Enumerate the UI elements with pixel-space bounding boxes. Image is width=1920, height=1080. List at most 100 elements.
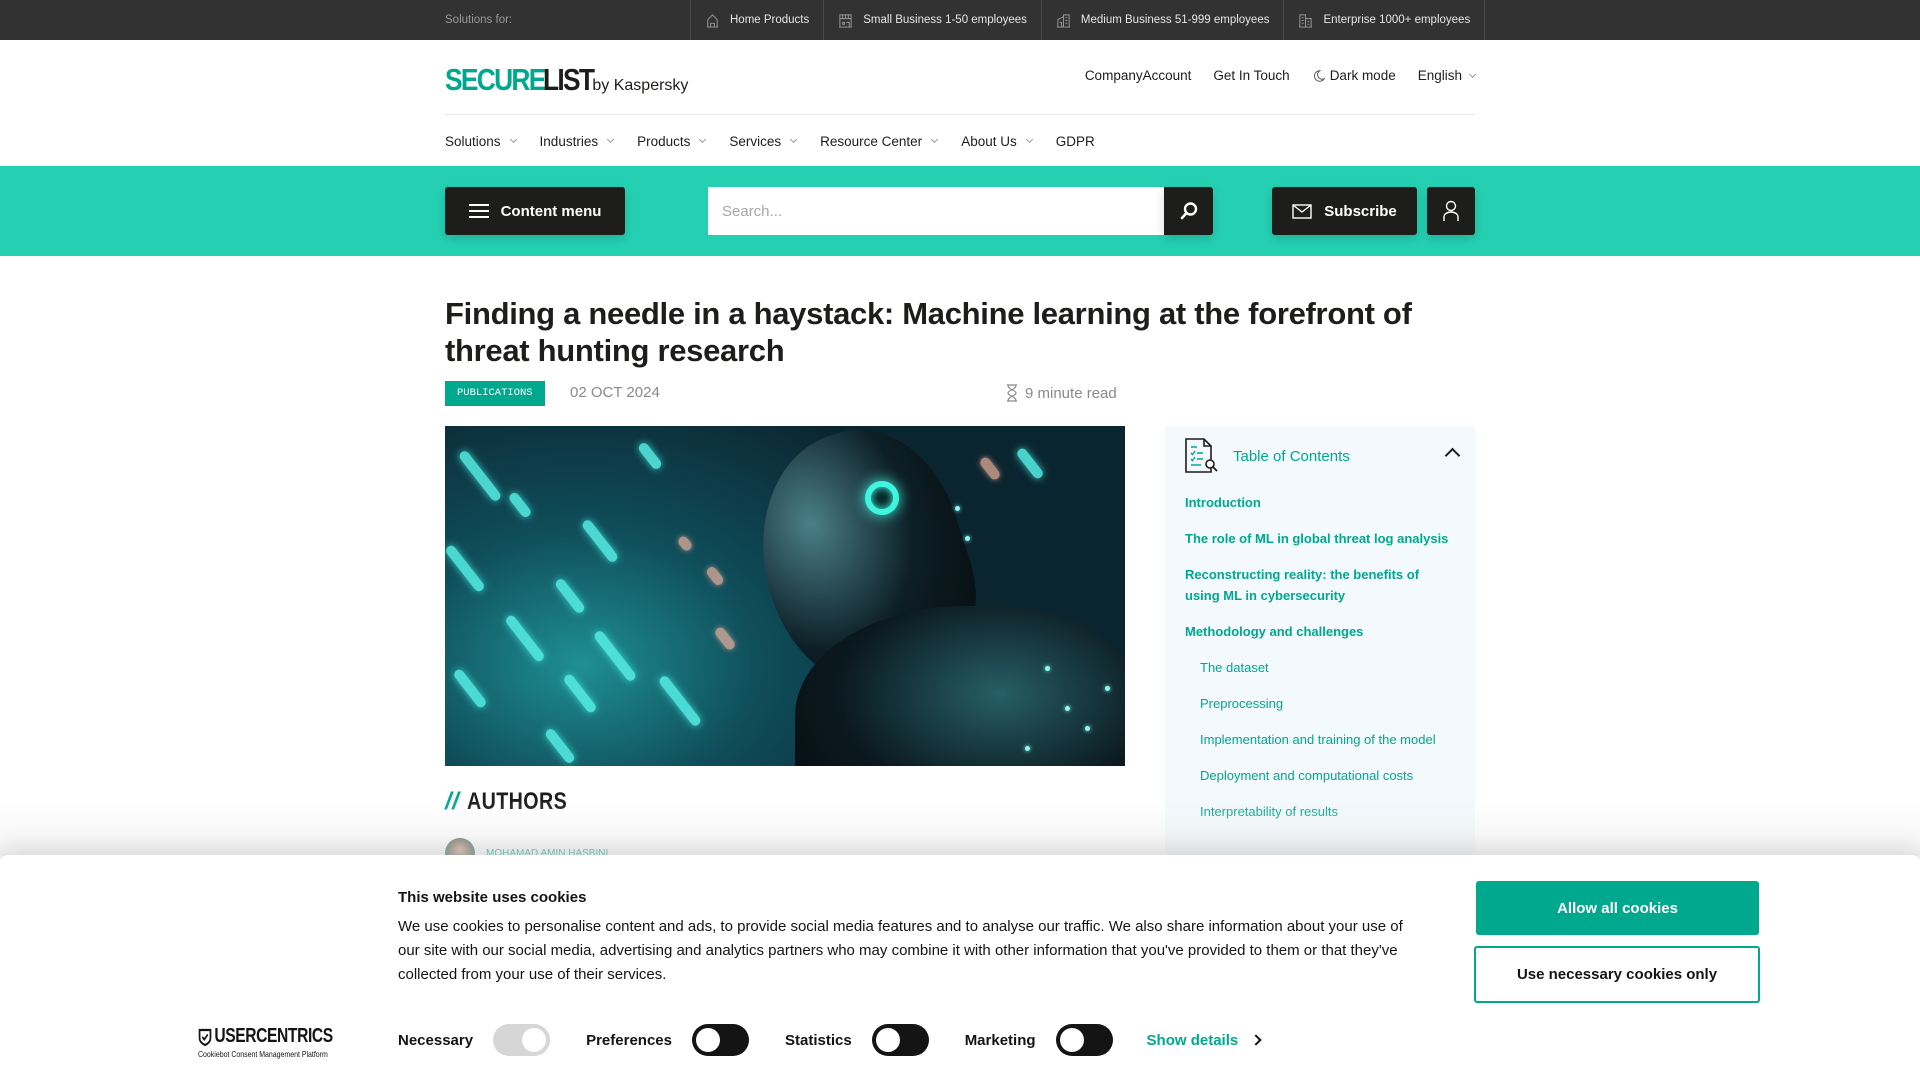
site-header: SECURE LIST by Kaspersky CompanyAccount … [445,40,1477,115]
dark-mode-label: Dark mode [1329,68,1396,83]
cookie-body: We use cookies to personalise content an… [398,918,1403,983]
solutions-item-label: Enterprise 1000+ employees [1323,14,1471,26]
chevron-up-icon [1444,447,1461,464]
document-search-icon [1185,438,1218,473]
hourglass-icon [1007,384,1017,402]
language-select[interactable]: English [1417,68,1477,83]
chevron-down-icon [931,135,939,144]
toc-item-deployment[interactable]: Deployment and computational costs [1185,765,1455,786]
logo-secure: SECURE [445,62,546,97]
show-details-label: Show details [1146,1031,1239,1049]
solutions-item-label: Home Products [730,14,810,26]
shield-check-icon [198,1028,212,1046]
authors-heading: // AUTHORS [445,788,590,816]
subscribe-label: Subscribe [1324,202,1397,220]
toggle-statistics[interactable]: Statistics [785,1024,929,1056]
chevron-down-icon [790,135,798,144]
solutions-medium-business[interactable]: Medium Business 51-999 employees [1042,0,1285,40]
user-icon [1443,200,1459,221]
toggle-marketing[interactable]: Marketing [965,1024,1113,1056]
cookie-banner: This website uses cookies We use cookies… [0,855,1920,1080]
nav-gdpr[interactable]: GDPR [1056,134,1095,149]
get-in-touch-link[interactable]: Get In Touch [1213,68,1289,83]
user-account-button[interactable] [1427,187,1475,235]
necessary-cookies-only-button[interactable]: Use necessary cookies only [1474,946,1760,1003]
language-label: English [1417,68,1462,83]
solutions-label: Solutions for: [445,14,513,26]
marketing-switch[interactable] [1055,1024,1113,1056]
banner-shadow-fade [0,800,1920,856]
nav-about-us[interactable]: About Us [961,133,1033,149]
chevron-right-icon [1250,1034,1262,1046]
toc-toggle[interactable]: Table of Contents [1185,436,1461,476]
chevron-down-icon [1468,70,1477,78]
chevron-down-icon [699,135,707,144]
nav-solutions[interactable]: Solutions [445,133,517,149]
nav-industries[interactable]: Industries [539,133,615,149]
enterprise-icon [1299,13,1313,28]
dark-mode-toggle[interactable]: Dark mode [1312,68,1396,83]
consent-toggles: Necessary Preferences Statistics Marketi… [398,1024,1262,1056]
nav-label: Solutions [445,133,501,149]
usercentrics-subtitle: Cookiebot Consent Management Platform [198,1049,328,1059]
article-title: Finding a needle in a haystack: Machine … [445,296,1412,368]
nav-services[interactable]: Services [729,133,798,149]
toc-item-implementation[interactable]: Implementation and training of the model [1185,729,1455,750]
toc-item-role-of-ml[interactable]: The role of ML in global threat log anal… [1185,528,1455,549]
chevron-down-icon [509,135,517,144]
toc-item-methodology[interactable]: Methodology and challenges [1185,621,1455,642]
toc-item-reconstructing-reality[interactable]: Reconstructing reality: the benefits of … [1185,564,1455,606]
usercentrics-logo[interactable]: USERCENTRICS Cookiebot Consent Managemen… [198,1025,371,1059]
toc-list: Introduction The role of ML in global th… [1185,492,1455,837]
envelope-icon [1292,203,1312,219]
show-details-link[interactable]: Show details [1146,1031,1262,1049]
article-hero-image [445,426,1125,766]
authors-heading-text: AUTHORS [467,788,568,815]
chevron-down-icon [1025,135,1033,144]
robot-eye [865,481,899,515]
solutions-list: Home Products Small Business 1-50 employ… [690,0,1486,40]
nav-label: Resource Center [820,133,923,149]
toggle-preferences[interactable]: Preferences [586,1024,749,1056]
toc-item-dataset[interactable]: The dataset [1185,657,1455,678]
category-badge[interactable]: PUBLICATIONS [445,381,545,406]
table-of-contents: Table of Contents Introduction The role … [1165,426,1475,856]
header-links: CompanyAccount Get In Touch Dark mode En… [1085,68,1477,83]
toggle-label: Statistics [784,1031,852,1049]
solutions-bar: Solutions for: Home Products Small Busin… [0,0,1920,40]
preferences-switch[interactable] [691,1024,749,1056]
nav-label: GDPR [1055,133,1095,149]
solutions-home-products[interactable]: Home Products [691,0,825,40]
content-menu-button[interactable]: Content menu [445,187,625,235]
small-business-icon [839,13,853,28]
content-menu-label: Content menu [500,202,602,220]
moon-icon [1313,69,1326,82]
search-input[interactable] [708,187,1164,235]
nav-products[interactable]: Products [637,134,707,149]
toc-item-preprocessing[interactable]: Preprocessing [1185,693,1455,714]
nav-label: Services [729,133,782,149]
toggle-label: Marketing [964,1031,1036,1049]
solutions-item-label: Small Business 1-50 employees [863,14,1027,26]
read-time: 9 minute read [1005,384,1117,402]
toc-title: Table of Contents [1233,447,1350,465]
search-button[interactable] [1164,187,1213,235]
medium-business-icon [1056,13,1070,28]
authors-slashes: // [445,788,460,815]
search-icon [1180,202,1197,220]
subscribe-button[interactable]: Subscribe [1272,187,1417,235]
allow-all-cookies-button[interactable]: Allow all cookies [1476,881,1759,935]
statistics-switch[interactable] [871,1024,929,1056]
nav-label: About Us [961,133,1017,149]
nav-label: Industries [539,133,599,149]
nav-resource-center[interactable]: Resource Center [820,133,939,149]
toggle-label: Necessary [398,1031,474,1049]
toc-item-introduction[interactable]: Introduction [1185,492,1455,513]
hamburger-icon [468,204,489,218]
necessary-switch [493,1024,551,1056]
solutions-small-business[interactable]: Small Business 1-50 employees [824,0,1042,40]
company-account-link[interactable]: CompanyAccount [1085,68,1192,83]
solutions-enterprise[interactable]: Enterprise 1000+ employees [1284,0,1486,40]
securelist-logo[interactable]: SECURE LIST by Kaspersky [445,62,688,98]
toc-item-interpretability[interactable]: Interpretability of results [1185,801,1455,822]
